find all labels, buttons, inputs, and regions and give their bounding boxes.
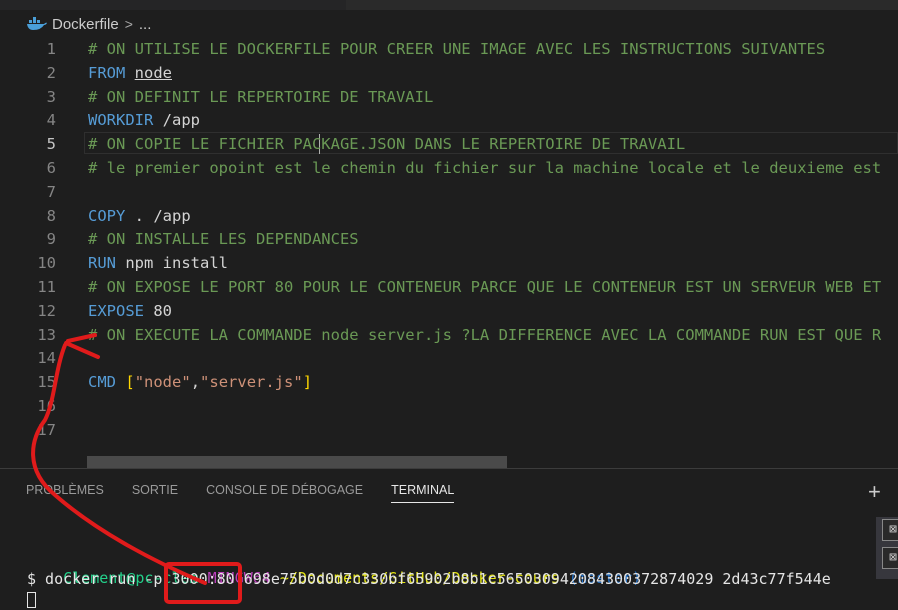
- docker-whale-icon: [26, 17, 48, 31]
- code-text: # ON DEFINIT LE REPERTOIRE DE TRAVAIL: [88, 85, 433, 109]
- code-text: # ON EXPOSE LE PORT 80 POUR LE CONTENEUR…: [88, 275, 881, 299]
- code-token: ]: [302, 373, 313, 392]
- line-number: 14: [37, 349, 56, 368]
- add-terminal-button[interactable]: +: [868, 479, 881, 505]
- code-token: ,: [190, 373, 201, 392]
- code-text: # ON UTILISE LE DOCKERFILE POUR CREER UN…: [88, 37, 825, 61]
- line-number: 4: [46, 111, 56, 130]
- code-token: 80: [144, 301, 172, 320]
- panel-tabs: PROBLÈMES SORTIE CONSOLE DE DÉBOGAGE TERMIN…: [26, 483, 455, 503]
- code-token: . /app: [125, 206, 191, 225]
- terminal-command-line: $ docker run -p 3000:80 698e75b0d0d7c330…: [27, 569, 831, 589]
- line-number: 5: [46, 135, 56, 154]
- line-number: 10: [37, 254, 56, 273]
- chevron-right-icon: >: [124, 16, 133, 32]
- code-editor[interactable]: 1 # ON UTILISE LE DOCKERFILE POUR CREER U…: [0, 37, 898, 457]
- code-token: # le premier opoint est le chemin du fic…: [88, 159, 882, 177]
- tab-sortie[interactable]: SORTIE: [132, 483, 178, 503]
- command-port: 3000:80: [171, 570, 235, 588]
- code-token: COPY: [88, 206, 126, 225]
- code-text: # le premier opoint est le chemin du fic…: [88, 156, 881, 180]
- code-token: RUN: [88, 254, 116, 273]
- line-number: 9: [46, 230, 56, 249]
- terminal-bash-icon[interactable]: ⊠: [882, 519, 898, 541]
- command-image-id: 698e75b0d0d7c330bf65902b8b1c565030942084…: [234, 570, 831, 588]
- line-number: 6: [46, 159, 56, 177]
- code-token: # ON DEFINIT LE REPERTOIRE DE TRAVAIL: [88, 87, 434, 106]
- code-text: RUN npm install: [88, 251, 228, 275]
- code-token: CMD: [88, 373, 116, 392]
- code-line[interactable]: 1 # ON UTILISE LE DOCKERFILE POUR CREER U…: [0, 37, 898, 61]
- code-text: # ON COPIE LE FICHIER PACKAGE.JSON DANS …: [88, 132, 685, 156]
- code-token: /app: [153, 111, 200, 130]
- code-text: CMD ["node","server.js"]: [88, 370, 312, 394]
- code-token: [: [125, 373, 135, 392]
- breadcrumb-filename[interactable]: Dockerfile: [52, 16, 119, 33]
- line-number: 1: [46, 40, 56, 58]
- code-line[interactable]: 14: [0, 346, 898, 370]
- code-line[interactable]: 13 # ON EXECUTE LA COMMANDE node server.j…: [0, 323, 898, 347]
- code-line[interactable]: 17: [0, 418, 898, 442]
- terminal-bash-icon-2[interactable]: ⊠: [882, 547, 898, 569]
- code-token: EXPOSE: [88, 301, 144, 320]
- line-number: 3: [46, 87, 56, 106]
- code-token: # ON EXECUTE LA COMMANDE node server.js …: [88, 325, 882, 344]
- horizontal-scrollbar[interactable]: [87, 456, 507, 468]
- code-token: "node": [134, 373, 191, 392]
- code-token: FROM: [88, 63, 126, 82]
- bottom-panel: PROBLÈMES SORTIE CONSOLE DE DÉBOGAGE TERMIN…: [0, 468, 898, 610]
- code-text: EXPOSE 80: [88, 299, 172, 323]
- code-line[interactable]: 15 CMD ["node","server.js"]: [0, 370, 898, 394]
- code-line[interactable]: 10 RUN npm install: [0, 251, 898, 275]
- code-token: # ON COPIE LE FICHIER PACKAGE.JSON DANS …: [88, 135, 686, 154]
- code-line[interactable]: 7: [0, 180, 898, 204]
- code-line[interactable]: 5 # ON COPIE LE FICHIER PACKAGE.JSON DANS…: [0, 132, 898, 156]
- line-number: 15: [37, 373, 56, 392]
- command-prefix: $ docker run -p: [27, 570, 172, 588]
- breadcrumb-more[interactable]: ...: [139, 16, 152, 33]
- code-line[interactable]: 4 WORKDIR /app: [0, 108, 898, 132]
- code-token: npm install: [116, 254, 228, 273]
- line-number: 2: [46, 63, 56, 82]
- tab-bar: [0, 0, 346, 10]
- line-number: 13: [37, 325, 56, 344]
- tab-probl-mes[interactable]: PROBLÈMES: [26, 483, 104, 503]
- code-token: node: [134, 63, 172, 82]
- code-line[interactable]: 3 # ON DEFINIT LE REPERTOIRE DE TRAVAIL: [0, 85, 898, 109]
- line-number: 12: [37, 301, 56, 320]
- line-number: 11: [37, 278, 56, 296]
- tab-bar-empty: [346, 0, 898, 10]
- code-line[interactable]: 9 # ON INSTALLE LES DEPENDANCES: [0, 227, 898, 251]
- code-line[interactable]: 2 FROM node: [0, 61, 898, 85]
- code-token: # ON INSTALLE LES DEPENDANCES: [88, 230, 359, 249]
- breadcrumb[interactable]: Dockerfile > ...: [0, 12, 151, 36]
- line-number: 17: [37, 420, 56, 439]
- terminal-cursor: [27, 592, 36, 608]
- line-number: 7: [46, 182, 56, 201]
- code-text: WORKDIR /app: [88, 108, 200, 132]
- code-token: WORKDIR: [88, 111, 154, 130]
- code-text: FROM node: [88, 61, 172, 85]
- code-text: COPY . /app: [88, 204, 191, 228]
- code-token: "server.js": [200, 373, 303, 392]
- code-text: # ON INSTALLE LES DEPENDANCES: [88, 227, 359, 251]
- line-number: 16: [37, 397, 56, 415]
- line-number: 8: [46, 206, 56, 225]
- tab-terminal[interactable]: TERMINAL: [391, 483, 455, 503]
- tab-console-de-débogage[interactable]: CONSOLE DE DÉBOGAGE: [206, 483, 363, 503]
- code-token: # ON UTILISE LE DOCKERFILE POUR CREER UN…: [88, 40, 826, 58]
- code-line[interactable]: 11 # ON EXPOSE LE PORT 80 POUR LE CONTENE…: [0, 275, 898, 299]
- code-line[interactable]: 16: [0, 394, 898, 418]
- code-line[interactable]: 8 COPY . /app: [0, 204, 898, 228]
- code-line[interactable]: 12 EXPOSE 80: [0, 299, 898, 323]
- code-token: # ON EXPOSE LE PORT 80 POUR LE CONTENEUR…: [88, 278, 882, 296]
- code-line[interactable]: 6 # le premier opoint est le chemin du fi…: [0, 156, 898, 180]
- code-text: # ON EXECUTE LA COMMANDE node server.js …: [88, 323, 881, 347]
